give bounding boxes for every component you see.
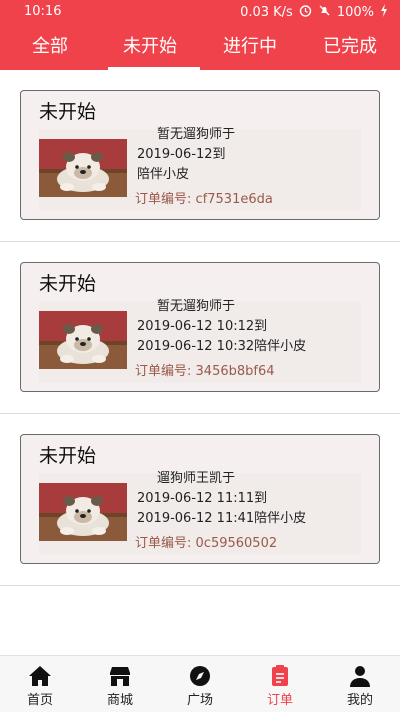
dog-photo bbox=[39, 139, 127, 197]
start-time-line: 2019-06-12 10:12到 bbox=[137, 319, 268, 334]
order-section: 未开始 bbox=[0, 242, 400, 414]
nav-square-label: 广场 bbox=[186, 693, 213, 708]
nav-shop[interactable]: 商城 bbox=[80, 656, 160, 712]
alarm-icon bbox=[299, 4, 312, 20]
status-right: 0.03 K/s 100% bbox=[240, 4, 388, 20]
bottom-nav: 首页 商城 广场 订单 我的 bbox=[0, 655, 400, 712]
order-status: 未开始 bbox=[39, 101, 97, 123]
dog-photo bbox=[39, 483, 127, 541]
charging-icon bbox=[380, 4, 388, 20]
mute-icon bbox=[318, 4, 331, 20]
network-speed: 0.03 K/s bbox=[240, 4, 293, 20]
order-status: 未开始 bbox=[39, 273, 97, 295]
order-list: 未开始 暂无遛狗师于 2019-06-12到 陪伴小皮 订单编号: cf7531… bbox=[0, 70, 400, 586]
end-time-line: 2019-06-12 10:32陪伴小皮 bbox=[137, 339, 307, 354]
order-number: 订单编号: 3456b8bf64 bbox=[135, 360, 275, 379]
walker-line: 暂无遛狗师于 bbox=[157, 127, 236, 142]
order-number: 订单编号: 0c59560502 bbox=[135, 532, 277, 551]
nav-orders[interactable]: 订单 bbox=[240, 656, 320, 712]
order-description: 暂无遛狗师于 2019-06-12到 陪伴小皮 bbox=[137, 125, 361, 185]
order-body: 暂无遛狗师于 2019-06-12到 陪伴小皮 订单编号: cf7531e6da bbox=[39, 127, 361, 211]
nav-orders-label: 订单 bbox=[266, 693, 293, 708]
status-time: 10:16 bbox=[24, 4, 62, 19]
order-description: 遛狗师王凯于 2019-06-12 11:11到 2019-06-12 11:4… bbox=[137, 469, 361, 529]
order-card[interactable]: 未开始 bbox=[20, 434, 380, 564]
order-number-label: 订单编号: bbox=[135, 364, 192, 379]
order-number-value: cf7531e6da bbox=[195, 192, 273, 207]
order-status: 未开始 bbox=[39, 445, 97, 467]
order-number-value: 3456b8bf64 bbox=[195, 364, 275, 379]
order-number-value: 0c59560502 bbox=[195, 536, 278, 551]
order-number-label: 订单编号: bbox=[135, 192, 192, 207]
order-icon bbox=[268, 664, 292, 688]
person-icon bbox=[348, 664, 372, 688]
tab-in-progress[interactable]: 进行中 bbox=[200, 24, 300, 70]
tab-completed[interactable]: 已完成 bbox=[300, 24, 400, 70]
end-time-line: 2019-06-12 11:41陪伴小皮 bbox=[137, 511, 307, 526]
order-number-label: 订单编号: bbox=[135, 536, 192, 551]
nav-me-label: 我的 bbox=[346, 693, 373, 708]
start-time-line: 2019-06-12 11:11到 bbox=[137, 491, 268, 506]
order-description: 暂无遛狗师于 2019-06-12 10:12到 2019-06-12 10:3… bbox=[137, 297, 361, 357]
end-time-line: 陪伴小皮 bbox=[137, 167, 190, 182]
nav-shop-label: 商城 bbox=[106, 693, 133, 708]
nav-home[interactable]: 首页 bbox=[0, 656, 80, 712]
walker-line: 暂无遛狗师于 bbox=[157, 299, 236, 314]
order-tabs: 全部 未开始 进行中 已完成 bbox=[0, 24, 400, 70]
status-bar: 10:16 0.03 K/s 100% bbox=[0, 0, 400, 24]
battery-level: 100% bbox=[336, 4, 374, 20]
nav-me[interactable]: 我的 bbox=[320, 656, 400, 712]
order-body: 遛狗师王凯于 2019-06-12 11:11到 2019-06-12 11:4… bbox=[39, 471, 361, 555]
nav-home-label: 首页 bbox=[26, 693, 53, 708]
walker-line: 遛狗师王凯于 bbox=[157, 471, 236, 486]
shop-icon bbox=[108, 664, 132, 688]
dog-photo bbox=[39, 311, 127, 369]
order-body: 暂无遛狗师于 2019-06-12 10:12到 2019-06-12 10:3… bbox=[39, 299, 361, 383]
order-number: 订单编号: cf7531e6da bbox=[135, 188, 273, 207]
home-icon bbox=[28, 664, 52, 688]
order-section: 未开始 bbox=[0, 70, 400, 242]
compass-icon bbox=[188, 664, 212, 688]
tab-all[interactable]: 全部 bbox=[0, 24, 100, 70]
order-card[interactable]: 未开始 bbox=[20, 262, 380, 392]
nav-square[interactable]: 广场 bbox=[160, 656, 240, 712]
order-section: 未开始 bbox=[0, 414, 400, 586]
tab-not-started[interactable]: 未开始 bbox=[100, 24, 200, 70]
start-time-line: 2019-06-12到 bbox=[137, 147, 226, 162]
order-card[interactable]: 未开始 bbox=[20, 90, 380, 220]
